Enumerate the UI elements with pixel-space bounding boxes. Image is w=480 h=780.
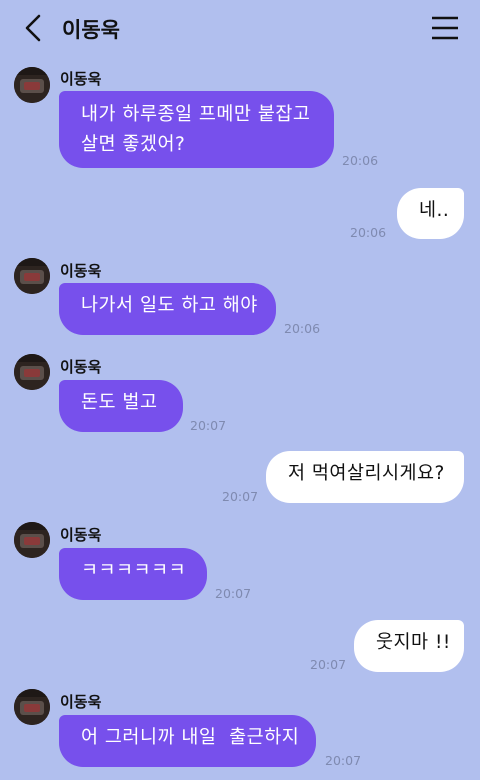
message-bubble-incoming[interactable]: ㅋㅋㅋㅋㅋㅋ (59, 548, 207, 600)
profile-photo-icon (14, 689, 50, 725)
back-arrow-icon[interactable] (22, 13, 46, 43)
message-bubble-outgoing[interactable]: 네.. (397, 188, 464, 239)
sender-name: 이동욱 (60, 693, 102, 711)
sender-name: 이동욱 (60, 358, 102, 376)
message-text: 네.. (419, 200, 450, 221)
message-bubble-incoming[interactable]: 나가서 일도 하고 해야 (59, 283, 276, 335)
sender-name: 이동욱 (60, 262, 102, 280)
message-bubble-incoming[interactable]: 돈도 벌고 (59, 380, 183, 432)
avatar[interactable] (14, 689, 50, 725)
message-text: ㅋㅋㅋㅋㅋㅋ (81, 560, 187, 581)
message-text: 나가서 일도 하고 해야 (81, 295, 258, 316)
hamburger-menu-icon[interactable] (431, 15, 459, 41)
message-time: 20:07 (222, 489, 259, 504)
message-time: 20:06 (350, 225, 387, 240)
sender-name: 이동욱 (60, 526, 102, 544)
message-bubble-outgoing[interactable]: 저 먹여살리시게요? (266, 451, 464, 503)
profile-photo-icon (14, 522, 50, 558)
message-text-line: 살면 좋겠어? (81, 134, 186, 155)
message-bubble-outgoing[interactable]: 웃지마 !! (354, 620, 464, 672)
avatar[interactable] (14, 354, 50, 390)
profile-photo-icon (14, 258, 50, 294)
message-text: 어 그러니까 내일 출근하지 (81, 727, 300, 748)
message-time: 20:07 (310, 657, 347, 672)
message-text-line: 내가 하루종일 프메만 붙잡고 (81, 104, 311, 125)
message-text: 돈도 벌고 (81, 392, 158, 413)
message-time: 20:07 (325, 753, 362, 768)
message-text: 저 먹여살리시게요? (288, 463, 445, 484)
message-text: 웃지마 !! (376, 632, 451, 653)
message-bubble-incoming[interactable]: 내가 하루종일 프메만 붙잡고 살면 좋겠어? (59, 91, 334, 168)
message-time: 20:07 (190, 418, 227, 433)
avatar[interactable] (14, 67, 50, 103)
avatar[interactable] (14, 258, 50, 294)
profile-photo-icon (14, 67, 50, 103)
sender-name: 이동욱 (60, 70, 102, 88)
chat-title: 이동욱 (62, 18, 120, 42)
avatar[interactable] (14, 522, 50, 558)
message-bubble-incoming[interactable]: 어 그러니까 내일 출근하지 (59, 715, 316, 767)
profile-photo-icon (14, 354, 50, 390)
message-time: 20:07 (215, 586, 252, 601)
message-time: 20:06 (342, 153, 379, 168)
chat-header: 이동욱 (0, 0, 480, 56)
message-time: 20:06 (284, 321, 321, 336)
